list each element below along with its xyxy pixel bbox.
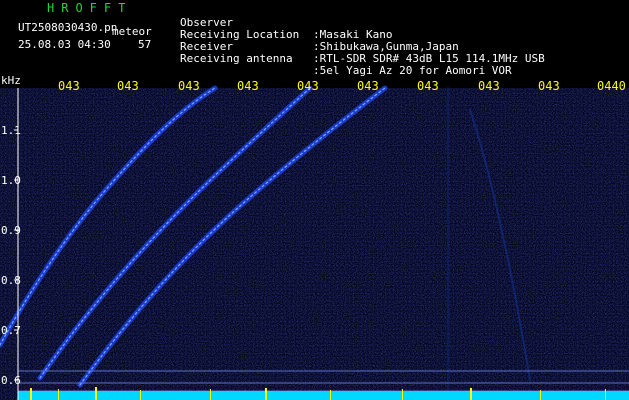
y-tick-label: 1.0: [1, 174, 21, 187]
y-tick-label: 0.8: [1, 274, 21, 287]
baseline-band: [18, 391, 629, 400]
detection-count: 57: [138, 38, 152, 51]
x-tick-label: 043: [538, 79, 560, 93]
x-tick-label: 043: [117, 79, 139, 93]
y-tick-label: 0.9: [1, 224, 21, 237]
x-tick-label: 043: [478, 79, 500, 93]
y-tick-label: 1.1: [1, 124, 21, 137]
mode-label: meteor: [112, 25, 152, 38]
y-axis-unit: kHz: [1, 74, 21, 87]
x-tick-label: 043: [58, 79, 80, 93]
info-key: Receiving antenna: [180, 52, 293, 65]
y-tick-label: 0.7: [1, 324, 21, 337]
info-value: :5el Yagi Az 20 for Aomori VOR: [313, 64, 512, 77]
x-tick-label: 043: [417, 79, 439, 93]
x-tick-label: 043: [297, 79, 319, 93]
x-tick-label: 043: [237, 79, 259, 93]
app-title: HROFFT: [47, 1, 133, 15]
file-name: UT2508030430.pn: [18, 21, 118, 34]
x-tick-label: 043: [178, 79, 200, 93]
datetime: 25.08.03 04:30: [18, 38, 111, 51]
y-tick-label: 0.6: [1, 374, 21, 387]
info-row-antenna: Receiving antenna :5el Yagi Az 20 for Ao…: [180, 41, 512, 77]
spectrogram-noise: [0, 88, 629, 400]
x-tick-label: 0440: [597, 79, 626, 93]
x-tick-label: 043: [357, 79, 379, 93]
